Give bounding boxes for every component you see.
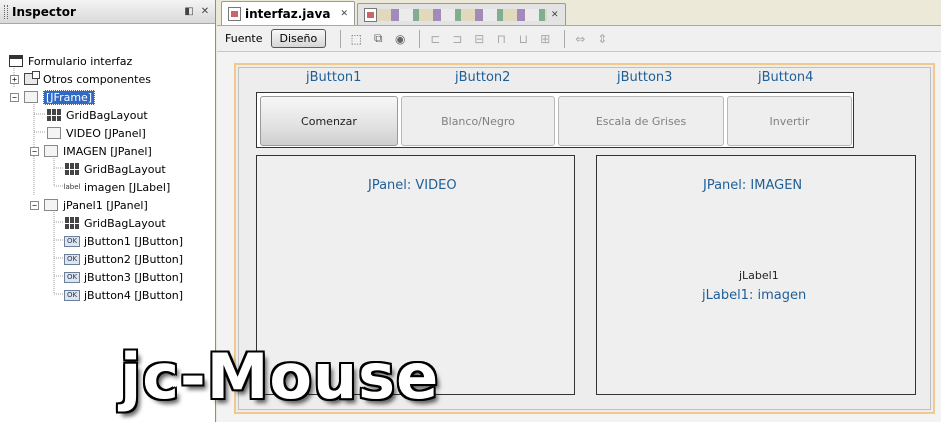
align-bottom-icon[interactable]: ⊔ [514,31,532,47]
form-icon [8,54,24,68]
design-view-button[interactable]: Diseño [270,29,327,48]
tree-node-label: jPanel1 [JPanel] [63,198,148,212]
component-tree: Formulario interfaz + Otros componentes … [0,24,215,302]
tree-node-jframe[interactable]: − [JFrame] [10,88,96,106]
jpanel-icon [46,126,62,140]
file-icon [364,7,377,22]
escala-grises-button[interactable]: Escala de Grises [558,96,724,146]
resize-vertical-icon[interactable]: ⇕ [593,31,611,47]
inspector-header: Inspector ◧ ✕ [0,0,215,24]
jbutton-icon: OK [64,288,80,302]
tree-node-jbutton1[interactable]: OK jButton1 [JButton] [64,232,183,250]
tree-node-gridbaglayout[interactable]: GridBagLayout [46,106,148,124]
toolbar-separator [340,29,342,48]
tree-node-other-components[interactable]: + Otros componentes [10,70,151,88]
tree-node-gridbaglayout[interactable]: GridBagLayout [64,160,166,178]
tree-node-gridbaglayout[interactable]: GridBagLayout [64,214,166,232]
align-middle-icon[interactable]: ⊞ [536,31,554,47]
tree-node-label: jButton4 [JButton] [84,288,184,302]
tree-node-label: imagen [JLabel] [84,180,171,194]
jlabel1-component[interactable]: jLabel1 [739,269,779,282]
jbutton3-name-label: jButton3 [617,70,673,85]
tree-node-jbutton2[interactable]: OK jButton2 [JButton] [64,250,183,268]
source-view-button[interactable]: Fuente [225,32,263,45]
jbutton4-name-label: jButton4 [758,70,814,85]
tree-node-jpanel1[interactable]: − jPanel1 [JPanel] [30,196,148,214]
editor-tabbar: interfaz.java ✕ ✕ [217,0,941,26]
frame-icon [23,90,39,104]
tree-node-form[interactable]: Formulario interfaz [8,52,132,70]
blanco-negro-button[interactable]: Blanco/Negro [401,96,555,146]
tree-node-imagen-panel[interactable]: − IMAGEN [JPanel] [30,142,152,160]
watermark-logo: jc-Mouse [120,340,440,413]
imagen-panel[interactable]: JPanel: IMAGEN jLabel1 jLabel1: imagen [596,155,916,395]
jbutton1-name-label: jButton1 [306,70,362,85]
imagen-panel-label: JPanel: IMAGEN [703,178,803,193]
jbutton-icon: OK [64,252,80,266]
align-top-icon[interactable]: ⊓ [492,31,510,47]
collapse-icon[interactable]: − [30,146,39,156]
preview-design-icon[interactable]: ◉ [391,31,409,47]
align-right-icon[interactable]: ⊐ [448,31,466,47]
align-center-icon[interactable]: ⊟ [470,31,488,47]
tree-node-label: VIDEO [JPanel] [66,126,146,140]
tab-title: interfaz.java [245,6,331,21]
tree-node-jbutton4[interactable]: OK jButton4 [JButton] [64,286,183,304]
minimize-window-icon[interactable]: ◧ [183,6,195,18]
close-icon[interactable]: ✕ [340,9,348,19]
jpanel-icon [43,144,59,158]
tree-node-jbutton3[interactable]: OK jButton3 [JButton] [64,268,183,286]
designer-toolbar: Fuente Diseño ⬚ ⧉ ◉ ⊏ ⊐ ⊟ ⊓ ⊔ ⊞ ⇔ ⇕ [217,26,941,52]
comenzar-button[interactable]: Comenzar [260,96,398,146]
jlabel1-caption: jLabel1: imagen [702,288,807,303]
gridbaglayout-icon [64,162,80,176]
close-icon[interactable]: ✕ [199,6,211,18]
tree-node-label: GridBagLayout [66,108,148,122]
tab-other[interactable]: ✕ [357,3,566,25]
java-file-icon [228,6,241,21]
align-left-icon[interactable]: ⊏ [426,31,444,47]
tree-node-label: Otros componentes [43,72,151,86]
toolbar-separator [419,29,421,48]
jpanel-icon [43,198,59,212]
tree-node-label: jButton2 [JButton] [84,252,184,266]
tree-node-label: jButton1 [JButton] [84,234,184,248]
jbutton2-name-label: jButton2 [455,70,511,85]
gridbaglayout-icon [46,108,62,122]
tree-node-label: [JFrame] [43,89,96,105]
tree-node-video-panel[interactable]: VIDEO [JPanel] [46,124,146,142]
tree-node-imagen-label[interactable]: label imagen [JLabel] [63,178,171,196]
gridbaglayout-icon [64,216,80,230]
tree-node-label: GridBagLayout [84,162,166,176]
tree-node-label: Formulario interfaz [28,54,133,68]
invertir-button[interactable]: Invertir [727,96,852,146]
selection-mode-icon[interactable]: ⬚ [347,31,365,47]
inspector-title: Inspector [12,4,76,19]
drag-grip-icon[interactable] [4,4,8,19]
tree-node-label: IMAGEN [JPanel] [63,144,152,158]
expand-icon[interactable]: + [10,74,19,84]
jlabel-icon: label [63,183,81,191]
connection-mode-icon[interactable]: ⧉ [369,31,387,47]
other-components-icon [23,71,40,86]
tab-interfaz-java[interactable]: interfaz.java ✕ [221,1,355,25]
tab-title-glitch [377,8,547,21]
tree-node-label: GridBagLayout [84,216,166,230]
jbutton-icon: OK [64,270,80,284]
resize-horizontal-icon[interactable]: ⇔ [571,31,589,47]
jpanel1-button-panel[interactable]: Comenzar Blanco/Negro Escala de Grises I… [256,92,854,148]
video-panel-label: JPanel: VIDEO [368,178,457,193]
collapse-icon[interactable]: − [30,200,39,210]
tree-node-label: jButton3 [JButton] [84,270,184,284]
close-icon[interactable]: ✕ [551,10,559,20]
toolbar-separator [564,29,566,48]
collapse-icon[interactable]: − [10,92,19,102]
jbutton-icon: OK [64,234,80,248]
